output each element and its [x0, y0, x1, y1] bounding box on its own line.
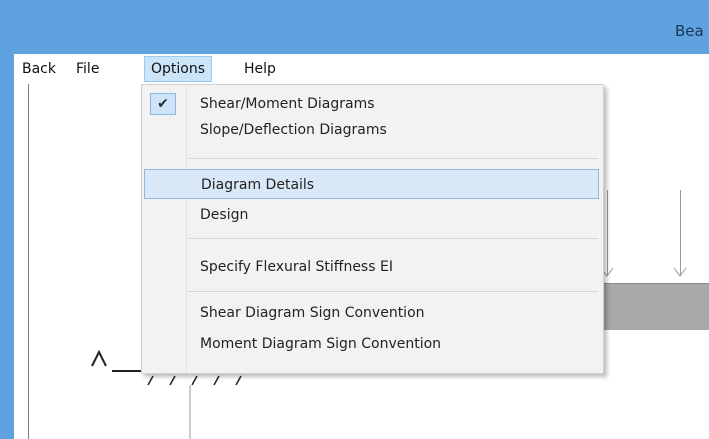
beam-bar [600, 283, 709, 330]
menu-separator [188, 291, 598, 292]
menu-item-label: Shear Diagram Sign Convention [200, 305, 425, 321]
ground-hatch [169, 375, 176, 386]
menu-item-design[interactable]: Design [142, 200, 601, 230]
arrowhead-icon [673, 267, 687, 277]
menu-item-diagram-details[interactable]: Diagram Details [144, 169, 599, 199]
options-dropdown-menu: ✔ Shear/Moment Diagrams Slope/Deflection… [141, 84, 604, 374]
menu-item-moment-sign-convention[interactable]: Moment Diagram Sign Convention [142, 329, 601, 359]
menu-item-specify-flexural-stiffness[interactable]: Specify Flexural Stiffness EI [142, 252, 601, 282]
ground-hatch [191, 375, 198, 386]
pin-support-icon [91, 349, 107, 367]
menu-separator [188, 158, 598, 159]
menu-separator [188, 238, 598, 239]
menu-item-label: Specify Flexural Stiffness EI [200, 259, 393, 275]
checkmark-icon: ✔ [150, 93, 176, 115]
menu-item-shear-sign-convention[interactable]: Shear Diagram Sign Convention [142, 298, 601, 328]
ground-hatch [213, 375, 220, 386]
menu-item-label: Diagram Details [201, 177, 315, 193]
menu-item-label: Moment Diagram Sign Convention [200, 336, 442, 352]
menu-item-slope-deflection-diagrams[interactable]: Slope/Deflection Diagrams [142, 115, 601, 145]
menu-item-label: Design [200, 207, 249, 223]
ground-hatch [235, 375, 242, 386]
menu-item-label: Slope/Deflection Diagrams [200, 122, 387, 138]
ground-hatch [147, 375, 154, 386]
